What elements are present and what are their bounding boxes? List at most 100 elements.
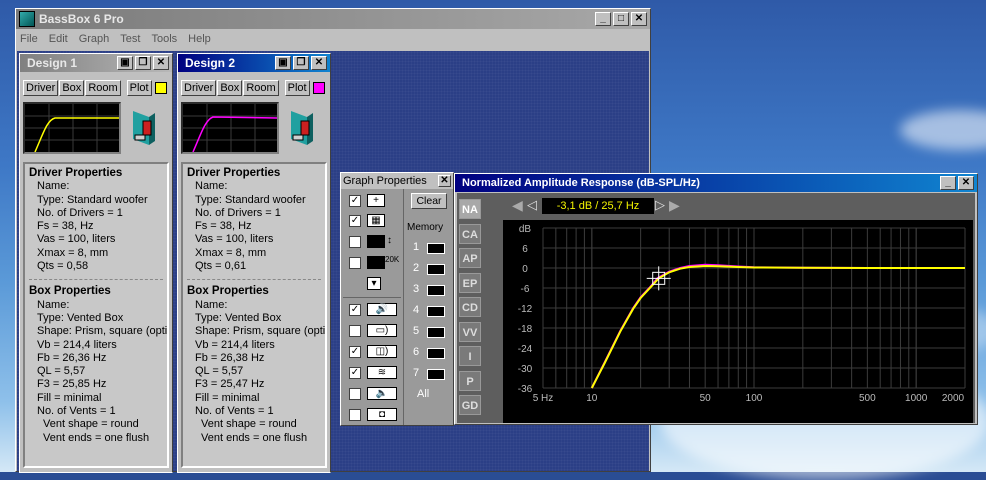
crosshair-icon[interactable]: + <box>367 194 385 207</box>
tab-ep[interactable]: EP <box>459 272 481 293</box>
vertical-scale-icon[interactable] <box>367 235 385 248</box>
box-button[interactable]: Box <box>217 80 243 96</box>
memory-all-button[interactable]: All <box>417 388 429 400</box>
y-tick-label: -24 <box>518 344 533 355</box>
tab-na[interactable]: NA <box>459 199 481 219</box>
limit-icon[interactable]: 🔈 <box>367 387 397 400</box>
close-button[interactable]: ✕ <box>153 56 169 70</box>
clear-button[interactable]: Clear <box>411 193 447 209</box>
memory-slot-7[interactable] <box>427 369 445 380</box>
close-button[interactable]: ✕ <box>631 12 647 26</box>
driver-button[interactable]: Driver <box>181 80 217 96</box>
room-button[interactable]: Room <box>85 80 121 96</box>
enclosure-icon[interactable] <box>131 107 157 149</box>
tab-gd[interactable]: GD <box>459 395 481 415</box>
memory-slot-2[interactable] <box>427 264 445 275</box>
memory-slot-1[interactable] <box>427 243 445 254</box>
save-icon[interactable]: ▣ <box>117 56 133 70</box>
tab-cd[interactable]: CD <box>459 297 481 317</box>
memory-slot-number: 1 <box>413 241 420 253</box>
driver-property: Fs = 38, Hz <box>37 220 94 233</box>
design-2-title: Design 2 <box>185 56 236 70</box>
design-2-window: Design 2 ▣ ❐ ✕ Driver Box Room Plot Driv… <box>177 53 331 473</box>
divider <box>403 189 404 425</box>
memory-slot-4[interactable] <box>427 306 445 317</box>
y-tick-label: -18 <box>518 324 533 335</box>
plot-button[interactable]: Plot <box>284 80 310 96</box>
memory-slot-3[interactable] <box>427 285 445 296</box>
checkbox-room-layer[interactable]: ✓ <box>349 367 361 379</box>
step-left-icon[interactable]: ◁ <box>527 197 537 213</box>
checkbox-driver-layer[interactable]: ✓ <box>349 304 361 316</box>
cursor-readout: -3,1 dB / 25,7 Hz <box>542 198 654 214</box>
checkbox-grid[interactable]: ✓ <box>349 215 361 227</box>
checkbox-vertical-scale[interactable] <box>349 236 361 248</box>
driver-properties-heading: Driver Properties <box>29 167 123 179</box>
checkbox-limit-layer[interactable] <box>349 388 361 400</box>
design-1-window: Design 1 ▣ ❐ ✕ Driver Box Room Plot Driv… <box>19 53 173 473</box>
close-button[interactable]: ✕ <box>311 56 327 70</box>
mini-response-graph[interactable] <box>23 102 121 154</box>
checkbox-port-layer[interactable]: ✓ <box>349 346 361 358</box>
maximize-button[interactable]: □ <box>613 12 629 26</box>
mini-response-graph[interactable] <box>181 102 279 154</box>
grid-icon[interactable]: ▦ <box>367 214 385 227</box>
menu-edit[interactable]: Edit <box>49 33 68 45</box>
plot-color-swatch[interactable] <box>154 82 167 94</box>
range-20k-icon[interactable] <box>367 256 385 269</box>
box-property: No. of Vents = 1 <box>195 405 274 418</box>
checkbox-20k-range[interactable] <box>349 257 361 269</box>
memory-slot-5[interactable] <box>427 327 445 338</box>
tab-i[interactable]: I <box>459 346 481 366</box>
box-sound-icon[interactable]: ▭) <box>367 324 397 337</box>
box-property: No. of Vents = 1 <box>37 405 116 418</box>
step-right-icon[interactable]: ▷ <box>655 197 665 213</box>
minimize-button[interactable]: _ <box>595 12 611 26</box>
minimize-button[interactable]: _ <box>940 176 956 190</box>
driver-button[interactable]: Driver <box>23 80 59 96</box>
close-button[interactable]: ✕ <box>958 176 974 190</box>
checkbox-box-layer[interactable] <box>349 325 361 337</box>
checkbox-crosshair[interactable]: ✓ <box>349 195 361 207</box>
response-chart[interactable]: dB 6 0 -6 -12 -18 -24 -30 -365 Hz 10 50 100 500 1000 2… <box>503 220 973 423</box>
tab-vv[interactable]: VV <box>459 321 481 342</box>
scroll-left-icon[interactable]: ◀ <box>512 197 523 214</box>
speaker-icon[interactable]: 🔊 <box>367 303 397 316</box>
tab-p[interactable]: P <box>459 370 481 391</box>
room-button[interactable]: Room <box>243 80 279 96</box>
checkbox-test-layer[interactable] <box>349 409 361 421</box>
menu-tools[interactable]: Tools <box>151 33 177 45</box>
box-button[interactable]: Box <box>59 80 85 96</box>
box-property: Shape: Prism, square (optimu <box>37 325 169 338</box>
driver-properties-heading: Driver Properties <box>187 167 281 179</box>
graph-properties-titlebar: Graph Properties ✕ <box>341 173 453 189</box>
x-tick-label: 100 <box>746 393 763 404</box>
test-icon[interactable]: ◘ <box>367 408 397 421</box>
x-tick-label: 2000 <box>942 393 965 404</box>
scroll-right-icon[interactable]: ▶ <box>669 197 680 214</box>
close-button[interactable]: ✕ <box>438 175 451 187</box>
design-1-titlebar: Design 1 ▣ ❐ ✕ <box>20 54 172 72</box>
memory-slot-6[interactable] <box>427 348 445 359</box>
save-icon[interactable]: ▣ <box>275 56 291 70</box>
plot-button[interactable]: Plot <box>126 80 152 96</box>
tab-ap[interactable]: AP <box>459 248 481 268</box>
x-tick-label: 5 Hz <box>533 393 554 404</box>
response-plot[interactable]: dB 6 0 -6 -12 -18 -24 -30 -36 5 Hz 10 50 100 500 1000 2… <box>503 220 973 423</box>
tab-ca[interactable]: CA <box>459 223 481 244</box>
graph-properties-body: ✓ + ✓ ▦ ↕ 20K ▾ ✓ 🔊 ▭) ✓ ◫) ✓ ≋ 🔈 ◘ Clea… <box>341 189 453 425</box>
menu-test[interactable]: Test <box>120 33 140 45</box>
copy-icon[interactable]: ❐ <box>293 56 309 70</box>
copy-icon[interactable]: ❐ <box>135 56 151 70</box>
menu-graph[interactable]: Graph <box>79 33 110 45</box>
plot-color-swatch[interactable] <box>312 82 325 94</box>
enclosure-icon[interactable] <box>289 107 315 149</box>
y-tick-label: 0 <box>522 264 528 275</box>
room-gain-icon[interactable]: ≋ <box>367 366 397 379</box>
port-sound-icon[interactable]: ◫) <box>367 345 397 358</box>
box-property: Name: <box>195 298 228 311</box>
vent-property: Vent shape = round <box>201 418 297 431</box>
menu-help[interactable]: Help <box>188 33 211 45</box>
export-icon[interactable]: ▾ <box>367 277 381 290</box>
menu-file[interactable]: File <box>20 33 38 45</box>
